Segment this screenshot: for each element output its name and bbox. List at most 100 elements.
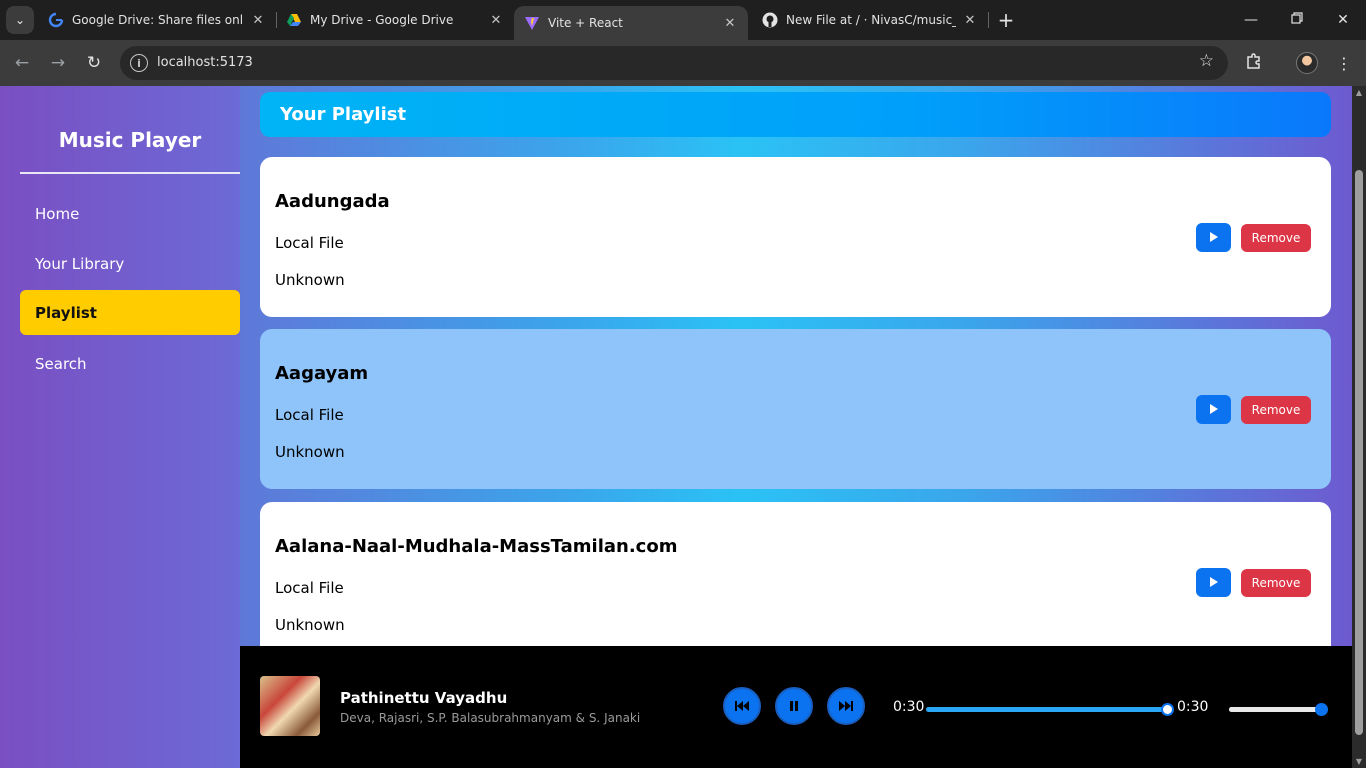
song-source: Local File <box>275 406 344 424</box>
tab-vite-react[interactable]: Vite + React ✕ <box>514 6 748 40</box>
song-source: Local File <box>275 579 344 597</box>
play-icon <box>1209 400 1219 419</box>
volume-slider[interactable] <box>1229 703 1328 716</box>
tab-label: Vite + React <box>548 16 623 30</box>
pause-icon <box>789 697 799 716</box>
forward-button[interactable]: → <box>44 49 72 77</box>
close-icon[interactable]: ✕ <box>962 12 978 28</box>
sidebar-item-search[interactable]: Search <box>20 341 240 386</box>
play-icon <box>1209 228 1219 247</box>
sidebar-item-playlist[interactable]: Playlist <box>20 290 240 335</box>
tab-label: My Drive - Google Drive <box>310 13 454 27</box>
more-vert-icon: ⋮ <box>1336 53 1352 73</box>
extensions-button[interactable] <box>1240 49 1268 77</box>
nav-label: Playlist <box>35 303 97 322</box>
browser-tab-strip: ⌄ Google Drive: Share files online ✕ My … <box>0 0 1366 40</box>
now-playing-artist: Deva, Rajasri, S.P. Balasubrahmanyam & S… <box>340 711 641 725</box>
play-song-button[interactable] <box>1196 395 1231 424</box>
song-artist: Unknown <box>275 443 345 461</box>
app-title: Music Player <box>58 128 202 152</box>
volume-thumb[interactable] <box>1315 703 1328 716</box>
next-button[interactable] <box>827 687 865 725</box>
skip-next-icon <box>839 697 853 716</box>
nav-label: Search <box>35 354 87 373</box>
album-art <box>260 676 320 736</box>
tab-label: Google Drive: Share files online <box>72 13 244 27</box>
play-icon <box>1209 573 1219 592</box>
github-icon <box>762 12 778 28</box>
drive-icon <box>286 12 302 28</box>
restore-button[interactable] <box>1274 0 1320 40</box>
sidebar-item-your-library[interactable]: Your Library <box>20 241 240 286</box>
play-song-button[interactable] <box>1196 568 1231 597</box>
page-scrollbar[interactable]: ▲ ▼ <box>1352 86 1366 768</box>
chevron-down-icon: ⌄ <box>14 13 26 27</box>
close-window-button[interactable]: ✕ <box>1320 0 1366 40</box>
bookmark-star-icon[interactable]: ☆ <box>1199 51 1214 71</box>
volume-fill <box>1229 707 1321 712</box>
sidebar: Music Player Home Your Library Playlist … <box>0 86 240 768</box>
remove-button[interactable]: Remove <box>1241 396 1311 424</box>
now-playing-title: Pathinettu Vayadhu <box>340 689 508 707</box>
close-icon: ✕ <box>1337 12 1349 28</box>
progress-thumb[interactable] <box>1161 703 1174 716</box>
tab-separator <box>988 12 989 28</box>
close-icon[interactable]: ✕ <box>250 12 266 28</box>
song-title: Aadungada <box>275 191 390 212</box>
arrow-left-icon: ← <box>14 53 30 73</box>
scroll-up-icon[interactable]: ▲ <box>1354 88 1364 97</box>
minimize-icon: — <box>1244 12 1258 28</box>
google-icon <box>48 12 64 28</box>
song-artist: Unknown <box>275 271 345 289</box>
tab-google-drive-share[interactable]: Google Drive: Share files online ✕ <box>38 0 276 40</box>
browser-toolbar: ← → ↻ i localhost:5173 ☆ ⋮ <box>0 40 1366 86</box>
reload-icon: ↻ <box>86 53 102 73</box>
skip-previous-icon <box>735 697 749 716</box>
now-playing-bar: Pathinettu Vayadhu Deva, Rajasri, S.P. B… <box>240 646 1352 768</box>
divider <box>20 172 240 174</box>
minimize-button[interactable]: — <box>1228 0 1274 40</box>
remove-button[interactable]: Remove <box>1241 569 1311 597</box>
menu-button[interactable]: ⋮ <box>1330 49 1358 77</box>
tab-label: New File at / · NivasC/music_pl <box>786 13 956 27</box>
tab-my-drive[interactable]: My Drive - Google Drive ✕ <box>276 0 514 40</box>
arrow-right-icon: → <box>50 53 66 73</box>
tab-github-new-file[interactable]: New File at / · NivasC/music_pl ✕ <box>752 0 988 40</box>
nav-label: Your Library <box>35 254 125 273</box>
progress-fill <box>926 707 1167 712</box>
pause-button[interactable] <box>775 687 813 725</box>
page-title: Your Playlist <box>260 92 1331 137</box>
play-song-button[interactable] <box>1196 223 1231 252</box>
puzzle-icon <box>1245 52 1263 74</box>
current-time: 0:30 <box>893 699 925 715</box>
music-app: Music Player Home Your Library Playlist … <box>0 86 1352 768</box>
vite-icon <box>524 15 540 31</box>
reload-button[interactable]: ↻ <box>80 49 108 77</box>
remove-button[interactable]: Remove <box>1241 224 1311 252</box>
profile-avatar[interactable] <box>1296 52 1318 74</box>
duration: 0:30 <box>1177 699 1209 715</box>
close-icon[interactable]: ✕ <box>722 15 738 31</box>
song-card: Aadungada Local File Unknown Remove <box>260 157 1331 317</box>
song-artist: Unknown <box>275 616 345 634</box>
progress-slider[interactable] <box>926 703 1174 716</box>
plus-icon: + <box>997 8 1015 32</box>
restore-icon <box>1291 12 1303 28</box>
scrollbar-thumb[interactable] <box>1355 170 1363 735</box>
nav-label: Home <box>35 204 80 223</box>
song-source: Local File <box>275 234 344 252</box>
song-card: Aalana-Naal-Mudhala-MassTamilan.com Loca… <box>260 502 1331 662</box>
new-tab-button[interactable]: + <box>994 8 1018 32</box>
site-info-icon[interactable]: i <box>130 54 148 72</box>
tab-search-button[interactable]: ⌄ <box>6 6 34 34</box>
song-card: Aagayam Local File Unknown Remove <box>260 329 1331 489</box>
song-title: Aalana-Naal-Mudhala-MassTamilan.com <box>275 536 678 557</box>
back-button[interactable]: ← <box>8 49 36 77</box>
close-icon[interactable]: ✕ <box>488 12 504 28</box>
address-bar[interactable]: i localhost:5173 ☆ <box>120 46 1228 80</box>
previous-button[interactable] <box>723 687 761 725</box>
song-title: Aagayam <box>275 363 369 384</box>
scroll-down-icon[interactable]: ▼ <box>1354 757 1364 766</box>
url-text: localhost:5173 <box>157 55 253 70</box>
sidebar-item-home[interactable]: Home <box>20 191 240 236</box>
